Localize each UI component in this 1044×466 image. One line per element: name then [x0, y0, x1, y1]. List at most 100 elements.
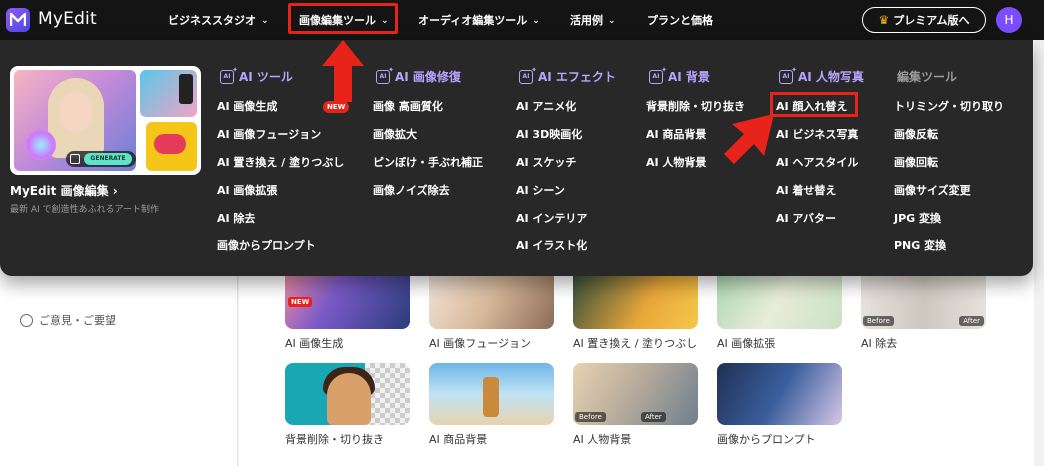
tool-card[interactable]: AI 画像フュージョン	[429, 267, 554, 351]
tool-card-label: AI 除去	[861, 337, 898, 350]
nav-label: プランと価格	[647, 14, 713, 27]
menu-item[interactable]: AI ヘアスタイル	[776, 154, 858, 170]
tool-thumbnail	[429, 363, 554, 425]
promo-thumbnail	[146, 122, 197, 171]
menu-item[interactable]: AI 3D映画化	[516, 126, 582, 142]
menu-item[interactable]: 画像からプロンプト	[217, 237, 316, 253]
up-arrow-annotation	[322, 40, 364, 102]
feedback-icon	[20, 313, 33, 327]
premium-label: プレミアム版へ	[893, 14, 970, 27]
premium-button[interactable]: ♛ プレミアム版へ	[862, 7, 986, 33]
tool-thumbnail	[717, 363, 842, 425]
feedback-label: ご意見・ご要望	[39, 314, 116, 327]
tool-thumbnail	[573, 267, 698, 329]
column-heading-ai-effects: AIAI エフェクト	[519, 65, 616, 85]
menu-item[interactable]: AI 画像フュージョン	[217, 126, 321, 142]
tool-thumbnail: NEW	[285, 267, 410, 329]
nav-label: オーディオ編集ツール	[418, 14, 528, 27]
promo-portrait: GENERATE	[14, 70, 136, 171]
tool-card[interactable]: AI 置き換え / 塗りつぶし	[573, 267, 698, 351]
tool-thumbnail	[429, 267, 554, 329]
tool-card[interactable]: Before After AI 除去	[861, 267, 986, 351]
menu-item[interactable]: 画像拡大	[373, 126, 417, 142]
promo-subtitle: 最新 AI で創造性あふれるアート制作	[10, 205, 159, 215]
ai-sparkle-icon: AI	[649, 65, 667, 84]
tool-card-label: AI 画像拡張	[717, 337, 776, 350]
crown-icon: ♛	[878, 13, 890, 27]
promo-title-link[interactable]: MyEdit 画像編集 ›	[10, 182, 118, 199]
ai-sparkle-icon: AI	[779, 65, 797, 84]
menu-item[interactable]: AI 置き換え / 塗りつぶし	[217, 154, 344, 170]
myedit-logo-icon[interactable]	[6, 8, 30, 32]
menu-item[interactable]: AI インテリア	[516, 210, 587, 226]
menu-item[interactable]: AI イラスト化	[516, 237, 587, 253]
menu-item[interactable]: AI 画像拡張	[217, 182, 277, 198]
menu-item[interactable]: 画像 高画質化	[373, 98, 443, 114]
chevron-down-icon: ⌄	[261, 16, 269, 26]
generate-chip: GENERATE	[84, 153, 132, 165]
menu-item[interactable]: 画像反転	[894, 126, 938, 142]
menu-item[interactable]: AI 除去	[217, 210, 255, 226]
brand-name[interactable]: MyEdit	[38, 9, 97, 29]
tool-thumbnail: Before After	[573, 363, 698, 425]
tool-card[interactable]: AI 画像拡張	[717, 267, 842, 351]
diagonal-arrow-annotation	[724, 114, 774, 164]
image-icon	[70, 154, 80, 164]
chevron-down-icon: ⌄	[608, 16, 616, 26]
menu-item[interactable]: AI アニメ化	[516, 98, 576, 114]
menu-item[interactable]: ピンぼけ・手ぶれ補正	[373, 154, 483, 170]
scrollbar[interactable]	[1034, 40, 1044, 466]
promo-image[interactable]: GENERATE	[10, 66, 201, 175]
tool-card-label: AI 人物背景	[573, 433, 632, 446]
tool-card[interactable]: 背景削除・切り抜き	[285, 363, 410, 447]
menu-item[interactable]: トリミング・切り取り	[894, 98, 1004, 114]
menu-item[interactable]: PNG 変換	[894, 237, 946, 253]
nav-business-studio[interactable]: ビジネススタジオ ⌄	[168, 12, 269, 28]
image-tools-dropdown: GENERATE MyEdit 画像編集 › 最新 AI で創造性あふれるアート…	[0, 40, 1033, 276]
feedback-link[interactable]: ご意見・ご要望	[20, 312, 116, 328]
column-heading-ai-restore: AIAI 画像修復	[376, 65, 461, 85]
avatar[interactable]: H	[996, 7, 1022, 33]
nav-label: 活用例	[570, 14, 603, 27]
menu-item[interactable]: JPG 変換	[894, 210, 941, 226]
menu-item[interactable]: AI 商品背景	[646, 126, 706, 142]
nav-use-cases[interactable]: 活用例 ⌄	[570, 12, 616, 28]
tool-thumbnail	[285, 363, 410, 425]
top-navigation: MyEdit ビジネススタジオ ⌄ 画像編集ツール ⌄ オーディオ編集ツール ⌄ 活用…	[0, 0, 1044, 40]
tool-thumbnail: Before After	[861, 267, 986, 329]
ai-sparkle-icon: AI	[220, 65, 238, 84]
before-tag: Before	[863, 316, 894, 326]
column-heading-ai-background: AIAI 背景	[649, 65, 710, 85]
menu-item[interactable]: AI 人物背景	[646, 154, 706, 170]
menu-item[interactable]: AI 画像生成	[217, 98, 277, 114]
ai-sparkle-icon: AI	[376, 65, 394, 84]
menu-item[interactable]: 画像ノイズ除去	[373, 182, 450, 198]
tool-card[interactable]: 画像からプロンプト	[717, 363, 842, 447]
nav-audio-tools[interactable]: オーディオ編集ツール ⌄	[418, 12, 540, 28]
nav-pricing[interactable]: プランと価格	[647, 12, 713, 28]
before-tag: Before	[575, 412, 606, 422]
tool-thumbnail	[717, 267, 842, 329]
menu-item[interactable]: AI シーン	[516, 182, 565, 198]
tool-card[interactable]: AI 商品背景	[429, 363, 554, 447]
menu-item[interactable]: AI ビジネス写真	[776, 126, 858, 142]
column-heading-ai-tools: AIAI ツール	[220, 65, 293, 85]
menu-item[interactable]: 画像サイズ変更	[894, 182, 971, 198]
face-swap-highlight-box	[770, 92, 858, 117]
tool-card-label: AI 置き換え / 塗りつぶし	[573, 337, 698, 350]
promo-generate-bar: GENERATE	[66, 151, 136, 167]
after-tag: After	[959, 316, 984, 326]
column-heading-ai-portrait: AIAI 人物写真	[779, 65, 864, 85]
column-heading-edit-tools: 編集ツール	[897, 70, 958, 84]
new-tag: NEW	[288, 297, 313, 307]
menu-item[interactable]: AI アバター	[776, 210, 836, 226]
nav-label: ビジネススタジオ	[168, 14, 256, 27]
tool-card[interactable]: NEW AI 画像生成	[285, 267, 410, 351]
menu-item[interactable]: 画像回転	[894, 154, 938, 170]
tool-card[interactable]: Before After AI 人物背景	[573, 363, 698, 447]
tool-card-label: AI 画像フュージョン	[429, 337, 532, 350]
chevron-down-icon: ⌄	[532, 16, 540, 26]
after-tag: After	[641, 412, 666, 422]
menu-item[interactable]: AI 着せ替え	[776, 182, 836, 198]
menu-item[interactable]: AI スケッチ	[516, 154, 576, 170]
